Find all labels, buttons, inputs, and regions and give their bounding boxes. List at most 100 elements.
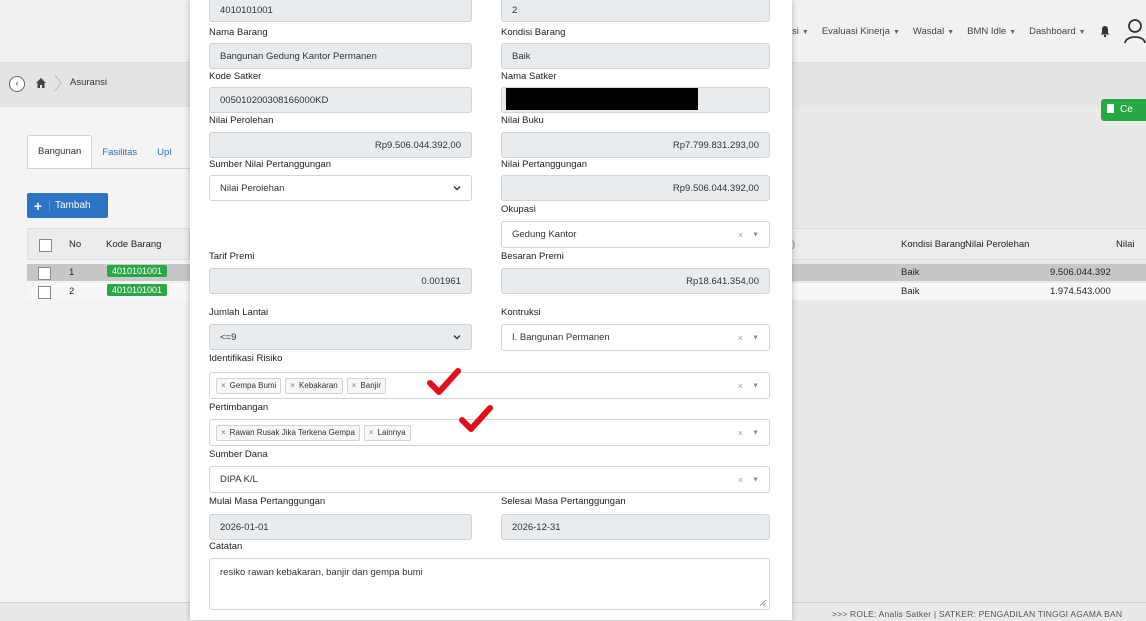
header-kondisi-barang: Kondisi Barang [901, 239, 966, 250]
clear-icon[interactable]: × [738, 475, 743, 485]
tag-remove-icon[interactable]: × [369, 428, 374, 437]
tag-remove-icon[interactable]: × [290, 381, 295, 390]
label-nama-barang: Nama Barang [209, 27, 268, 38]
besaran-premi-field: Rp18.641.354,00 [501, 268, 770, 294]
row-no: 2 [69, 286, 75, 297]
label-kondisi-barang: Kondisi Barang [501, 27, 566, 38]
tab-bar: Bangunan Fasilitas Upl [27, 135, 181, 169]
row-no: 1 [69, 267, 75, 278]
breadcrumb-current: Asuransi [70, 77, 107, 88]
top-nav-menu: si ▼ Evaluasi Kinerja ▼ Wasdal ▼ BMN Idle ▼ … [792, 0, 1146, 62]
jumlah-lantai-value: <=9 [220, 331, 237, 343]
caret-down-icon: ▼ [752, 429, 759, 436]
red-checkmark-icon [459, 405, 493, 432]
kode-satker-field: 005010200308166000KD [209, 87, 472, 113]
header-nilai: Nilai [1116, 239, 1135, 250]
clear-icon[interactable]: × [738, 381, 743, 391]
resize-handle-icon[interactable] [760, 600, 766, 606]
caret-down-icon: ▼ [801, 28, 809, 36]
tag-kebakaran[interactable]: × Kebakaran [285, 377, 343, 394]
label-kontruksi: Kontruksi [501, 307, 541, 318]
nav-item-bmn-idle[interactable]: BMN Idle ▼ [967, 26, 1016, 37]
tab-divider [27, 168, 197, 169]
nilai-pertanggungan-field: Rp9.506.044.392,00 [501, 175, 770, 201]
header-nilai-perolehan: Nilai Perolehan [965, 239, 1030, 250]
sumber-nilai-select[interactable]: Nilai Perolehan [209, 175, 472, 201]
table-row[interactable]: Baik 1.974.543.000 [792, 283, 1146, 300]
kode-barang-badge: 4010101001 [107, 284, 168, 296]
caret-down-icon: ▼ [752, 476, 759, 483]
row-nilai-perolehan: 9.506.044.392 [1050, 267, 1111, 278]
label-identifikasi-risiko: Identifikasi Risiko [209, 353, 283, 364]
create-button[interactable]: Ce [1101, 99, 1146, 121]
bell-icon[interactable] [1099, 25, 1111, 37]
caret-down-icon: ▼ [1009, 28, 1017, 36]
label-nilai-pertanggungan: Nilai Pertanggungan [501, 159, 588, 170]
tab-fasilitas[interactable]: Fasilitas [92, 137, 147, 169]
caret-down-icon: ▼ [947, 28, 955, 36]
table-row[interactable]: Baik 9.506.044.392 [792, 264, 1146, 281]
tag-banjir[interactable]: × Banjir [346, 377, 386, 394]
table-row[interactable]: 1 4010101001 [27, 264, 190, 281]
caret-down-icon: ▼ [752, 382, 759, 389]
clear-icon[interactable]: × [738, 333, 743, 343]
row-nilai-perolehan: 1.974.543.000 [1050, 286, 1111, 297]
nav-item-evaluasi-kinerja[interactable]: Evaluasi Kinerja ▼ [822, 26, 900, 37]
label-sumber-nilai: Sumber Nilai Pertanggungan [209, 159, 331, 170]
row-checkbox[interactable] [38, 267, 51, 280]
kode-barang-badge: 4010101001 [107, 265, 168, 277]
caret-down-icon: ▼ [752, 334, 759, 341]
tab-upload[interactable]: Upl [147, 137, 181, 169]
label-pertimbangan: Pertimbangan [209, 402, 269, 413]
row-checkbox[interactable] [38, 286, 51, 299]
select-all-checkbox[interactable] [39, 239, 52, 252]
nav-item-wasdal[interactable]: Wasdal ▼ [913, 26, 954, 37]
label-sumber-dana: Sumber Dana [209, 449, 268, 460]
caret-down-icon: ▼ [752, 231, 759, 238]
label-besaran-premi: Besaran Premi [501, 251, 564, 262]
label-catatan: Catatan [209, 541, 243, 552]
sumber-dana-select[interactable]: DIPA K/L × ▼ [209, 466, 770, 493]
label-nama-satker: Nama Satker [501, 71, 557, 82]
clear-icon[interactable]: × [738, 230, 743, 240]
label-nilai-buku: Nilai Buku [501, 115, 544, 126]
tambah-button[interactable]: + Tambah [27, 193, 108, 218]
sumber-nilai-value: Nilai Perolehan [220, 182, 285, 194]
tag-remove-icon[interactable]: × [352, 381, 357, 390]
home-icon[interactable] [35, 77, 47, 89]
selesai-masa-field: 2026-12-31 [501, 514, 770, 540]
nav-item-dashboard[interactable]: Dashboard ▼ [1029, 26, 1085, 37]
plus-icon: + [33, 197, 43, 214]
back-icon[interactable]: ‹ [9, 76, 25, 92]
clear-icon[interactable]: × [738, 428, 743, 438]
nama-barang-field: Bangunan Gedung Kantor Permanen [209, 43, 472, 69]
nilai-buku-field: Rp7.799.831.293,00 [501, 132, 770, 158]
tag-gempa-bumi[interactable]: × Gempa Bumi [216, 377, 282, 394]
row-kondisi: Baik [901, 267, 920, 278]
kontruksi-select[interactable]: I. Bangunan Permanen × ▼ [501, 324, 770, 351]
redaction-box [506, 88, 698, 110]
tag-remove-icon[interactable]: × [221, 381, 226, 390]
chevron-down-icon [453, 186, 461, 191]
nav-item-si[interactable]: si ▼ [792, 26, 809, 37]
identifikasi-risiko-multiselect[interactable]: × Gempa Bumi × Kebakaran × Banjir × ▼ [209, 372, 770, 399]
tag-remove-icon[interactable]: × [221, 428, 226, 437]
label-tarif-premi: Tarif Premi [209, 251, 255, 262]
table-row[interactable]: 2 4010101001 [27, 283, 190, 300]
user-icon[interactable] [1123, 18, 1146, 44]
label-jumlah-lantai: Jumlah Lantai [209, 307, 269, 318]
tag-rawan-rusak[interactable]: × Rawan Rusak Jika Terkena Gempa [216, 424, 360, 441]
caret-down-icon: ▼ [892, 28, 900, 36]
tag-lainnya[interactable]: × Lainnya [363, 424, 411, 441]
okupasi-select[interactable]: Gedung Kantor × ▼ [501, 221, 770, 248]
catatan-textarea[interactable]: resiko rawan kebakaran, banjir dan gempa… [209, 558, 770, 610]
nup-field: 2 [501, 0, 770, 22]
label-nilai-perolehan: Nilai Perolehan [209, 115, 274, 126]
tab-bangunan[interactable]: Bangunan [27, 135, 93, 169]
breadcrumb-separator-icon [54, 74, 62, 92]
caret-down-icon: ▼ [1078, 28, 1086, 36]
content-panel [0, 107, 190, 602]
red-checkmark-icon [427, 368, 461, 395]
mulai-masa-field: 2026-01-01 [209, 514, 472, 540]
okupasi-value: Gedung Kantor [512, 229, 577, 240]
